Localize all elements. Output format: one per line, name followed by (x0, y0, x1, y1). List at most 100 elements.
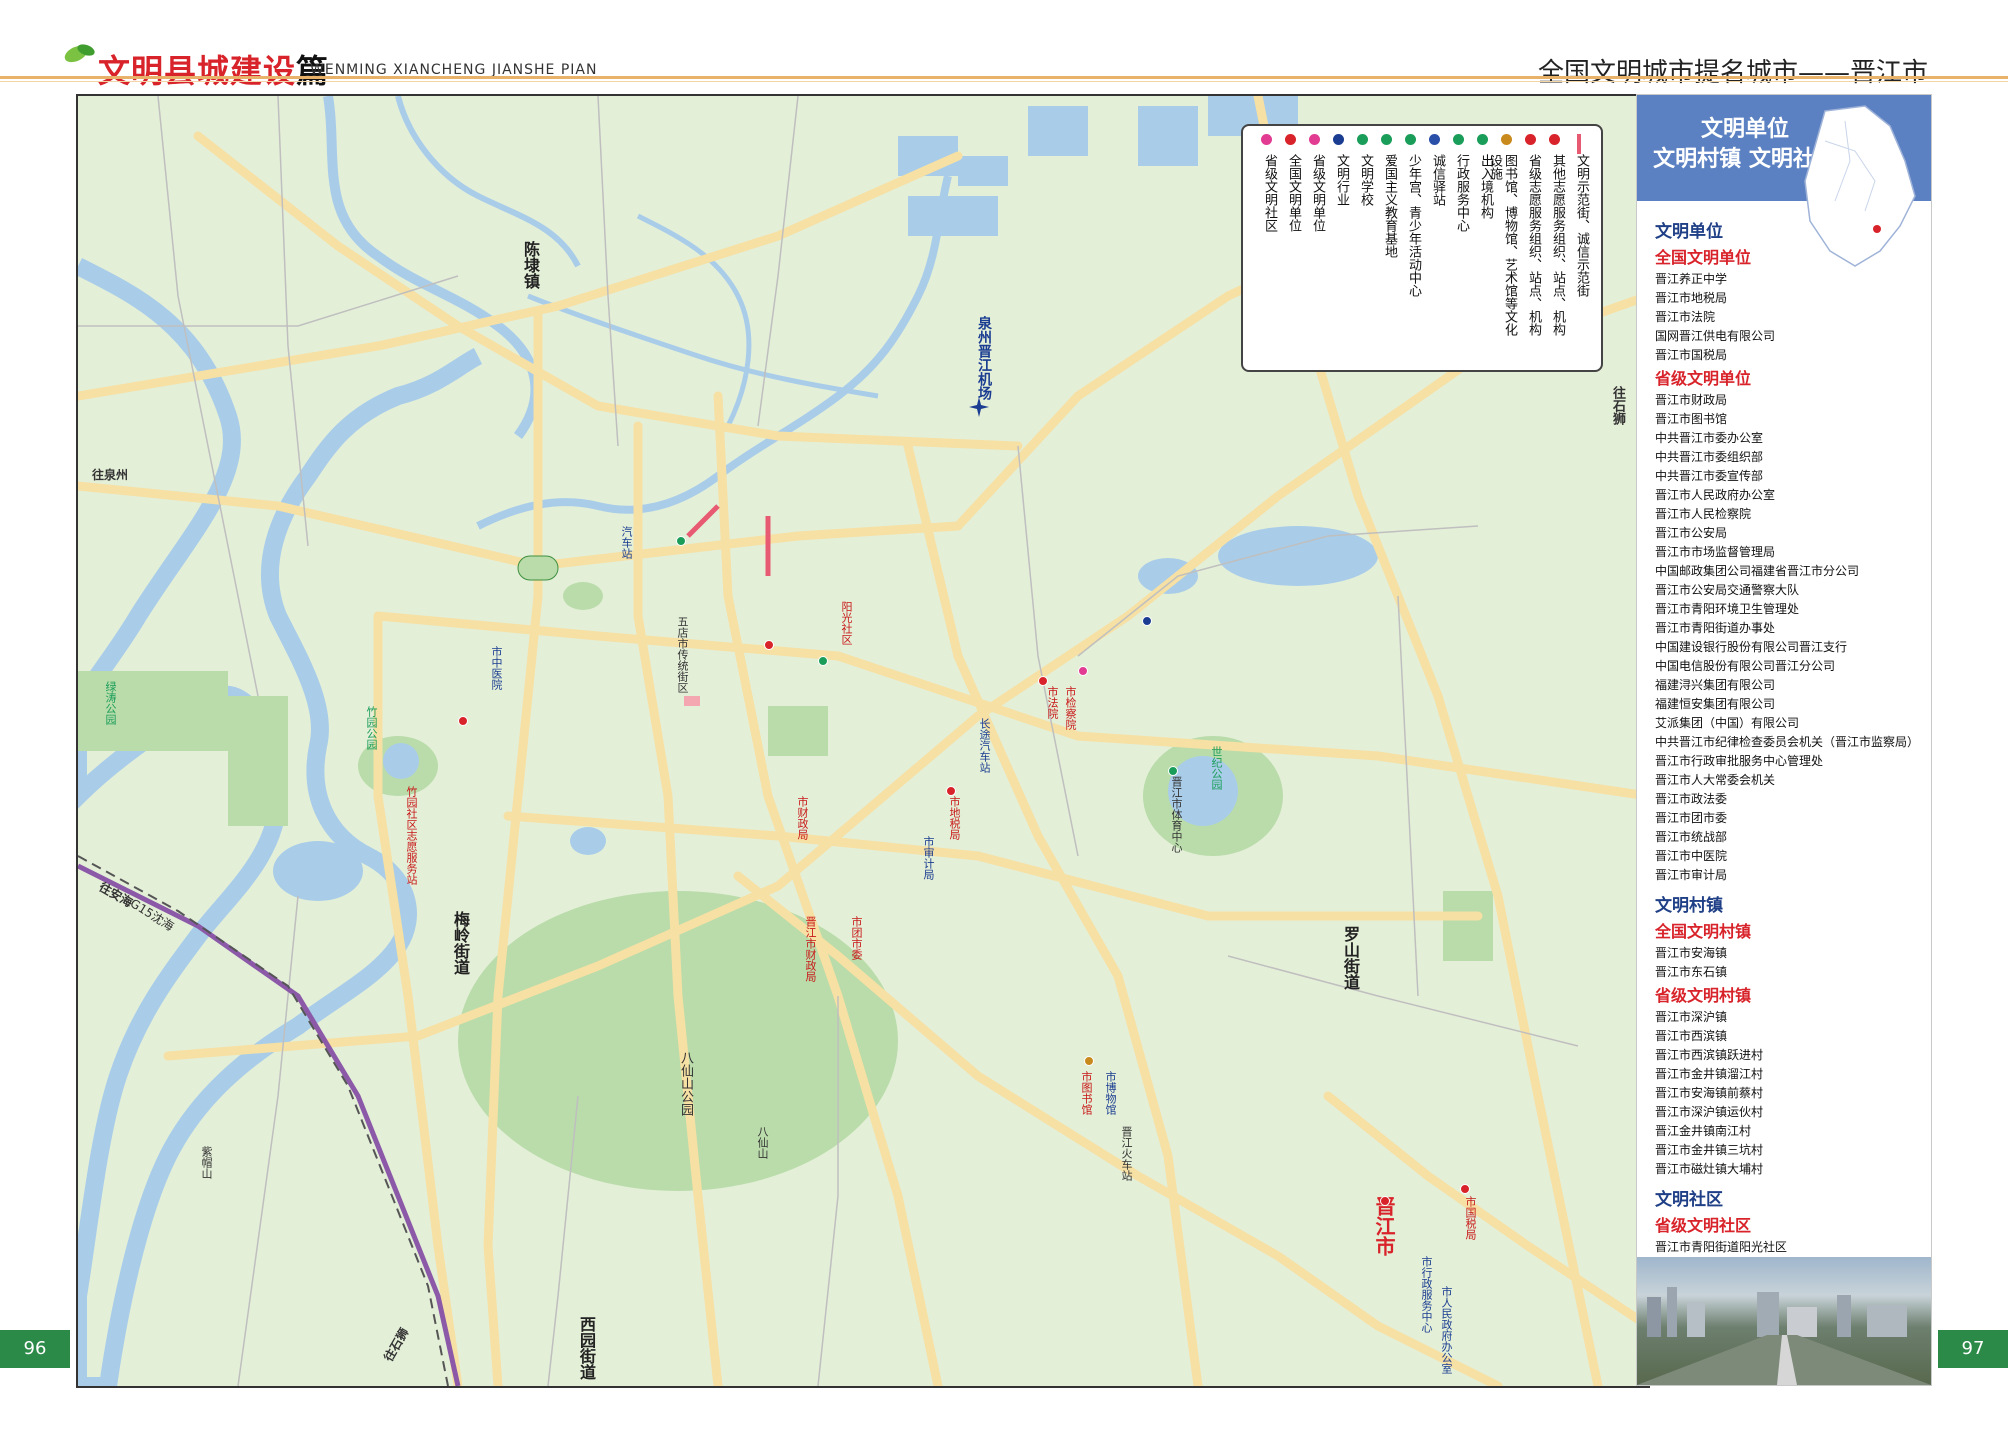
header-divider (0, 76, 2008, 79)
group-title-provincial-communities: 省级文明社区 (1655, 1216, 1752, 1235)
sidebar-list-item: 晋江市青阳街道阳光社区 (1655, 1240, 1788, 1254)
header-divider-thin (0, 81, 2008, 82)
legend-label: 文明行业 (1334, 154, 1349, 206)
poi-marker[interactable] (1142, 616, 1152, 626)
map-label-landtax: 市地税局 (948, 796, 961, 840)
section-title-communities: 文明社区 (1655, 1190, 1723, 1210)
legend-item: 其他志愿服务组织、站点、机构 (1543, 134, 1569, 344)
sidebar-list-item: 晋江市青阳街道办事处 (1655, 621, 1776, 635)
park-label-lvtao: 绿涛公园 (104, 681, 117, 725)
sidebar-list-item: 中共晋江市委组织部 (1655, 450, 1764, 464)
sidebar-list-item: 晋江市安海镇 (1655, 946, 1728, 960)
sidebar-list-item: 中国邮政集团公司福建省晋江市分公司 (1655, 564, 1860, 578)
sidebar-list-item: 中国建设银行股份有限公司晋江支行 (1655, 640, 1848, 654)
sidebar-list-item: 晋江市图书馆 (1655, 412, 1728, 426)
map-label-finance-bureau: 晋江市财政局 (804, 916, 817, 982)
legend-dot-icon (1477, 134, 1488, 145)
sidebar-list-item: 中共晋江市委办公室 (1655, 431, 1764, 445)
legend-dot-icon (1525, 134, 1536, 145)
park-label-baxian: 八仙山公园 (678, 1051, 693, 1116)
poi-marker[interactable] (1084, 1056, 1094, 1066)
sidebar-list-item: 晋江市青阳环境卫生管理处 (1655, 602, 1800, 616)
legend-label: 全国文明单位 (1286, 154, 1301, 232)
legend-item: 文明示范街、诚信示范街 (1567, 134, 1593, 344)
sidebar-list-item: 中共晋江市委宣传部 (1655, 469, 1764, 483)
leaf-logo-icon (64, 44, 95, 63)
group-national-towns: 晋江市安海镇 晋江市东石镇 (1655, 944, 1925, 982)
poi-marker[interactable] (1168, 766, 1178, 776)
map-label-yangguang: 阳光社区 (840, 601, 853, 645)
page-title: 文明县城建设篇 (98, 46, 329, 92)
legend-label: 诚信驿站 (1430, 154, 1445, 206)
poi-marker[interactable] (676, 536, 686, 546)
legend-label: 省级文明社区 (1262, 154, 1277, 232)
legend-label: 图书馆、博物馆、艺术馆等文化设施 (1487, 154, 1517, 336)
sidebar-list-item: 福建浔兴集团有限公司 (1655, 678, 1776, 692)
sidebar-list: 文明单位 全国文明单位 晋江养正中学 晋江市地税局 晋江市法院 国网晋江供电有限公司晋… (1655, 211, 1925, 1295)
sidebar-list-item: 晋江市政法委 (1655, 792, 1728, 806)
sidebar-list-item: 晋江市金井镇溜江村 (1655, 1067, 1764, 1081)
map-label-sports-center: 晋江市体育中心 (1170, 776, 1183, 853)
legend-dot-icon (1549, 134, 1560, 145)
sidebar-list-item: 晋江养正中学 (1655, 272, 1728, 286)
poi-marker[interactable] (1380, 1196, 1390, 1206)
sidebar-list-item: 中共晋江市纪律检查委员会机关（晋江市监察局） (1655, 735, 1920, 749)
legend-dot-icon (1285, 134, 1296, 145)
map-label-tcm-hospital: 市中医院 (490, 646, 503, 690)
legend-dot-icon (1261, 134, 1272, 145)
sidebar-list-item: 晋江市磁灶镇大埔村 (1655, 1162, 1764, 1176)
poi-marker[interactable] (764, 640, 774, 650)
sidebar-list-item: 晋江市团市委 (1655, 811, 1728, 825)
map-label-court: 市法院 (1046, 686, 1059, 719)
legend-item: 少年宫、青少年活动中心 (1399, 134, 1425, 344)
poi-marker[interactable] (1038, 676, 1048, 686)
group-provincial-units: 晋江市财政局 晋江市图书馆 中共晋江市委办公室 中共晋江市委组织部 中共晋江市委宣传部晋… (1655, 391, 1925, 885)
legend-item: 省级文明社区 (1255, 134, 1281, 344)
legend-dot-icon (1453, 134, 1464, 145)
poi-marker[interactable] (1078, 666, 1088, 676)
district-label-luoshan: 罗山街道 (1341, 926, 1360, 990)
sidebar-list-item: 晋江市深沪镇运伙村 (1655, 1105, 1764, 1119)
district-label-xiyuan: 西园街道 (577, 1316, 596, 1380)
airport-label: 泉州晋江机场 (976, 316, 992, 400)
legend-item: 爱国主义教育基地 (1375, 134, 1401, 344)
group-title-national-units: 全国文明单位 (1655, 248, 1752, 267)
legend-item: 省级志愿服务组织、站点、机构 (1519, 134, 1545, 344)
sidebar-list-item: 晋江市法院 (1655, 310, 1716, 324)
map-label-admin-center: 市行政服务中心 (1420, 1256, 1433, 1333)
legend-item: 图书馆、博物馆、艺术馆等文化设施 (1487, 134, 1521, 344)
sidebar-list-item: 国网晋江供电有限公司 (1655, 329, 1776, 343)
legend-label: 文明示范街、诚信示范街 (1574, 154, 1589, 297)
map-label-library: 市图书馆 (1080, 1071, 1093, 1115)
poi-marker[interactable] (458, 716, 468, 726)
legend-item: 全国文明单位 (1279, 134, 1305, 344)
page-number-left: 96 (0, 1330, 70, 1368)
map-label-bus: 汽车站 (620, 526, 633, 559)
sidebar-list-item: 晋江市公安局 (1655, 526, 1728, 540)
poi-marker[interactable] (818, 656, 828, 666)
sidebar-list-item: 晋江市人民检察院 (1655, 507, 1752, 521)
poi-marker[interactable] (1460, 1184, 1470, 1194)
map-label-nationaltax: 市国税局 (1464, 1196, 1477, 1240)
district-label-chendai: 陈埭镇 (521, 241, 540, 289)
poi-marker[interactable] (946, 786, 956, 796)
district-label-meiling: 梅岭街道 (451, 911, 470, 975)
legend-dot-icon (1381, 134, 1392, 145)
sidebar-list-item: 晋江市金井镇三坑村 (1655, 1143, 1764, 1157)
legend-label: 省级文明单位 (1310, 154, 1325, 232)
title-main: 文明县城建设 (98, 52, 297, 90)
sidebar-list-item: 晋江市审计局 (1655, 868, 1728, 882)
legend-line-icon (1577, 134, 1581, 154)
map-label-wudianshi: 五店市传统街区 (676, 616, 689, 693)
legend-label: 文明学校 (1358, 154, 1373, 206)
map-legend: 省级文明社区 全国文明单位 省级文明单位 文明行业 文明学校 爱国主义教育基地 … (1241, 124, 1603, 372)
legend-dot-icon (1429, 134, 1440, 145)
legend-label: 省级志愿服务组织、站点、机构 (1526, 154, 1541, 336)
group-provincial-towns: 晋江市深沪镇 晋江市西滨镇 晋江市西滨镇跃进村 晋江市金井镇溜江村 晋江市安海镇前蔡村晋… (1655, 1008, 1925, 1179)
sidebar-list-item: 中国电信股份有限公司晋江分公司 (1655, 659, 1836, 673)
map-label-train-station: 晋江火车站 (1120, 1126, 1133, 1181)
group-national-units: 晋江养正中学 晋江市地税局 晋江市法院 国网晋江供电有限公司 晋江市国税局 (1655, 270, 1925, 365)
map-label-baxian-mountain: 八仙山 (756, 1126, 769, 1159)
group-title-provincial-towns: 省级文明村镇 (1655, 986, 1752, 1005)
map-label-museum: 市博物馆 (1104, 1071, 1117, 1115)
